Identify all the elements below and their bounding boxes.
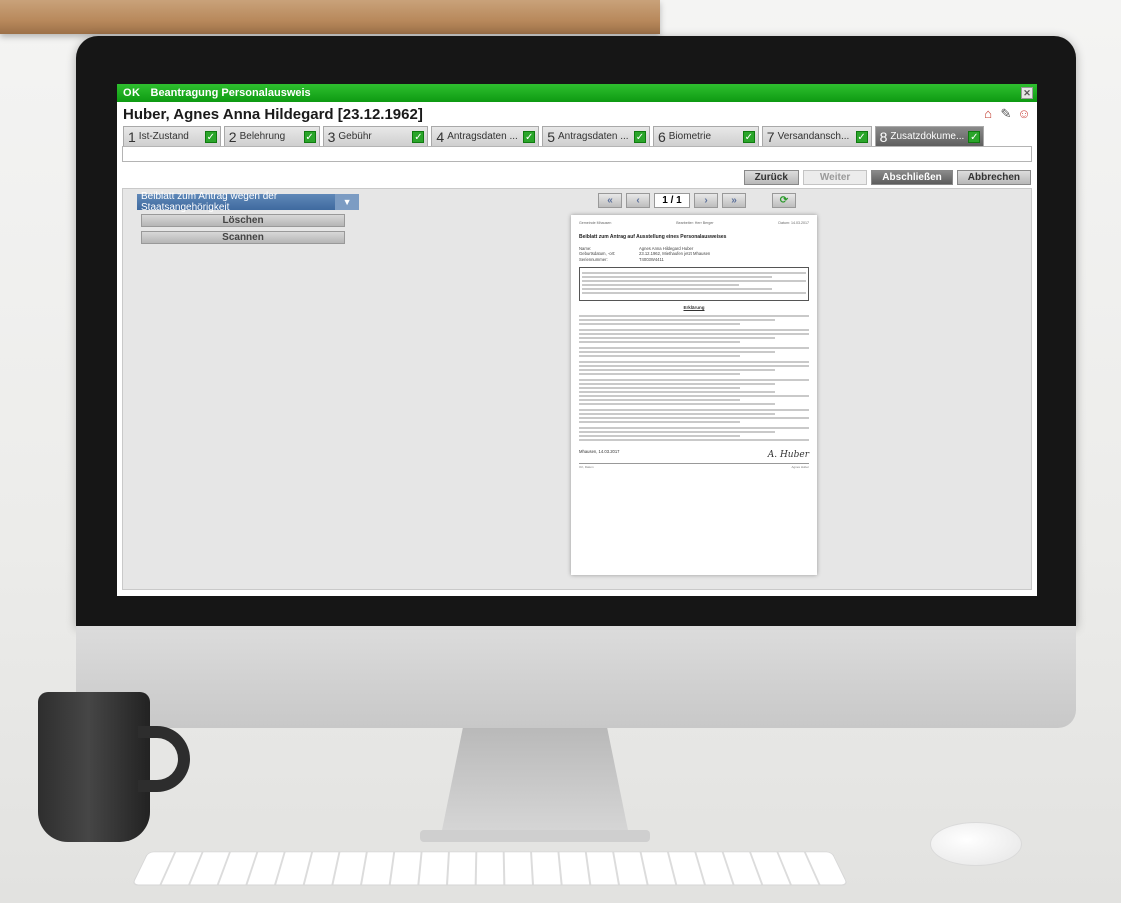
tab-label: Versandansch... xyxy=(777,131,850,142)
monitor-stand xyxy=(440,728,630,840)
doc-foot-left: Ort, Datum xyxy=(579,464,594,469)
monitor-base xyxy=(420,830,650,842)
document-section-heading: Erklärung xyxy=(683,304,705,310)
document-preview: Gemeinde Mhausen Bearbeiter: Herr Berger… xyxy=(571,215,817,575)
chevron-down-icon[interactable]: ▼ xyxy=(335,194,359,210)
doc-date: Datum: 14.03.2017 xyxy=(778,221,809,225)
document-body xyxy=(579,314,809,441)
wooden-shelf xyxy=(0,0,660,34)
tab-label: Ist-Zustand xyxy=(138,131,189,142)
close-icon[interactable]: ✕ xyxy=(1021,87,1033,99)
tab-biometrie[interactable]: 6 Biometrie ✓ xyxy=(652,126,759,146)
document-footer: Ort, Datum Agnes Huber xyxy=(579,462,809,469)
tab-number: 3 xyxy=(327,128,336,145)
tab-ist-zustand[interactable]: 1 Ist-Zustand ✓ xyxy=(123,126,221,146)
tab-label: Zusatzdokume... xyxy=(890,131,965,142)
tab-zusatzdokumente[interactable]: 8 Zusatzdokume... ✓ xyxy=(874,126,985,146)
tab-antragsdaten-2[interactable]: 5 Antragsdaten ... ✓ xyxy=(542,126,650,146)
cancel-button[interactable]: Abbrechen xyxy=(956,169,1031,185)
page-navigator: « ‹ 1 / 1 › » ⟳ xyxy=(598,193,796,208)
header-icons: ⌂ ✎ ☺ xyxy=(981,107,1031,121)
coffee-mug xyxy=(38,692,150,842)
tab-antragsdaten-1[interactable]: 4 Antragsdaten ... ✓ xyxy=(431,126,540,146)
document-header: Gemeinde Mhausen Bearbeiter: Herr Berger… xyxy=(579,221,809,226)
person-icon[interactable]: ☺ xyxy=(1017,107,1031,121)
tab-versandanschrift[interactable]: 7 Versandansch... ✓ xyxy=(761,126,872,146)
doc-place-date: Mhausen, 14.03.2017 xyxy=(579,448,620,454)
first-page-icon[interactable]: « xyxy=(598,193,622,208)
rotate-icon[interactable]: ⟳ xyxy=(772,193,796,208)
patient-name: Huber, Agnes Anna Hildegard [23.12.1962] xyxy=(123,105,423,123)
tab-number: 6 xyxy=(657,128,666,145)
paperclip-icon[interactable]: ✎ xyxy=(999,107,1013,121)
mouse xyxy=(930,822,1022,866)
doc-signature: A. Huber xyxy=(767,449,809,460)
patient-header: Huber, Agnes Anna Hildegard [23.12.1962]… xyxy=(117,102,1037,126)
doc-foot-right: Agnes Huber xyxy=(791,464,809,469)
checkmark-icon: ✓ xyxy=(523,130,536,143)
checkmark-icon: ✓ xyxy=(412,130,425,143)
doc-municipality: Gemeinde Mhausen xyxy=(579,221,612,225)
doc-serial-value: T4003W4411 xyxy=(639,256,664,262)
home-icon[interactable]: ⌂ xyxy=(981,107,995,121)
content-area: Beiblatt zum Antrag wegen der Staatsange… xyxy=(122,188,1032,590)
action-bar: Zurück Weiter Abschließen Abbrechen xyxy=(117,166,1037,188)
scan-button[interactable]: Scannen xyxy=(141,231,345,244)
app-logo: OK xyxy=(123,87,141,99)
mug-handle xyxy=(138,726,190,792)
checkmark-icon: ✓ xyxy=(968,130,981,143)
document-fields: Name: Agnes Anna Hildegard Huber Geburtsd… xyxy=(579,246,809,263)
doc-name-value: Agnes Anna Hildegard Huber xyxy=(639,245,694,251)
tab-label: Antragsdaten ... xyxy=(447,131,518,142)
document-type-value: Beiblatt zum Antrag wegen der Staatsange… xyxy=(141,191,278,213)
next-page-icon[interactable]: › xyxy=(694,193,718,208)
tab-label: Antragsdaten ... xyxy=(557,131,629,142)
tab-number: 1 xyxy=(128,128,136,145)
keyboard xyxy=(131,851,849,886)
next-button[interactable]: Weiter xyxy=(802,169,868,185)
document-panel: Beiblatt zum Antrag wegen der Staatsange… xyxy=(137,191,359,244)
tab-belehrung[interactable]: 2 Belehrung ✓ xyxy=(223,126,320,146)
checkmark-icon: ✓ xyxy=(633,130,646,143)
tab-label: Belehrung xyxy=(239,131,286,142)
finish-button[interactable]: Abschließen xyxy=(871,169,953,185)
checkmark-icon: ✓ xyxy=(204,130,217,143)
last-page-icon[interactable]: » xyxy=(722,193,746,208)
tab-gebuehr[interactable]: 3 Gebühr ✓ xyxy=(322,126,429,146)
page-indicator: 1 / 1 xyxy=(654,193,690,208)
document-title: Beiblatt zum Antrag auf Ausstellung eine… xyxy=(579,233,727,240)
tab-number: 7 xyxy=(766,128,775,145)
tab-label: Biometrie xyxy=(668,131,712,142)
tab-number: 5 xyxy=(547,128,555,145)
title-bar: OK Beantragung Personalausweis ✕ xyxy=(117,84,1037,102)
window-title: Beantragung Personalausweis xyxy=(150,87,311,99)
monitor-chin xyxy=(76,626,1076,728)
back-button[interactable]: Zurück xyxy=(743,169,799,185)
document-signature-row: Mhausen, 14.03.2017 A. Huber xyxy=(579,449,809,461)
wizard-tabs: 1 Ist-Zustand ✓ 2 Belehrung ✓ 3 Gebühr ✓… xyxy=(117,126,1037,146)
tab-number: 8 xyxy=(879,128,888,145)
delete-button[interactable]: Löschen xyxy=(141,214,345,227)
checkmark-icon: ✓ xyxy=(303,130,316,143)
app-window: OK Beantragung Personalausweis ✕ Huber, … xyxy=(117,84,1037,596)
info-bar xyxy=(122,146,1032,162)
doc-birth-value: 23.12.1962, Miethaufen jetzt Mhausen xyxy=(639,251,711,257)
prev-page-icon[interactable]: ‹ xyxy=(626,193,650,208)
tab-label: Gebühr xyxy=(338,131,372,142)
checkmark-icon: ✓ xyxy=(742,130,755,143)
checkmark-icon: ✓ xyxy=(855,130,868,143)
doc-serial-label: Seriennummer: xyxy=(579,256,608,262)
document-type-select[interactable]: Beiblatt zum Antrag wegen der Staatsange… xyxy=(137,191,359,213)
document-notice-box xyxy=(579,266,809,301)
tab-number: 4 xyxy=(436,128,445,145)
tab-number: 2 xyxy=(228,128,237,145)
doc-clerk: Bearbeiter: Herr Berger xyxy=(676,221,714,225)
